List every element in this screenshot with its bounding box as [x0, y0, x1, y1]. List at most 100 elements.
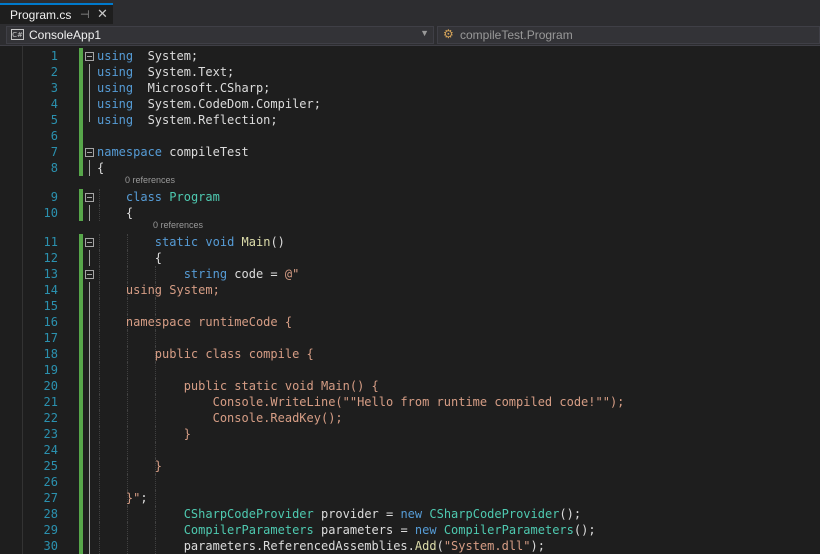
fold-line [89, 394, 90, 410]
code-token: () [270, 235, 285, 249]
code-token: using [97, 113, 134, 127]
line-number: 4 [50, 97, 58, 111]
line-number: 27 [43, 491, 58, 505]
code-token: (); [559, 507, 582, 521]
code-line[interactable]: 14 using System; [0, 282, 820, 298]
change-marker [79, 189, 83, 205]
code-line[interactable]: 11 static void Main() [0, 234, 820, 250]
indent-guide [155, 474, 156, 490]
chevron-down-icon: ▼ [420, 28, 429, 38]
code-token: using [97, 65, 134, 79]
code-text: Console.WriteLine(""Hello from runtime c… [97, 394, 625, 410]
code-text: public static void Main() { [97, 378, 379, 394]
line-number: 3 [50, 81, 58, 95]
code-text: CompilerParameters parameters = new Comp… [97, 522, 596, 538]
tab-program-cs[interactable]: Program.cs ⊣ ✕ [0, 3, 113, 24]
fold-line [89, 506, 90, 522]
code-line[interactable]: 29 CompilerParameters parameters = new C… [0, 522, 820, 538]
code-line[interactable]: 3 using Microsoft.CSharp; [0, 80, 820, 96]
code-line[interactable]: 7 namespace compileTest [0, 144, 820, 160]
change-marker [79, 160, 83, 176]
line-number: 15 [43, 299, 58, 313]
code-line[interactable]: 19 [0, 362, 820, 378]
line-number: 1 [50, 49, 58, 63]
code-token: public static void Main() { [97, 379, 379, 393]
collapse-icon[interactable] [85, 193, 94, 202]
code-token: Console.WriteLine(""Hello from runtime c… [97, 395, 625, 409]
indent-guide [127, 442, 128, 458]
collapse-icon[interactable] [85, 270, 94, 279]
code-line[interactable]: 2 using System.Text; [0, 64, 820, 80]
code-line[interactable]: 4 using System.CodeDom.Compiler; [0, 96, 820, 112]
code-line[interactable]: 15 [0, 298, 820, 314]
tab-title: Program.cs [10, 8, 72, 22]
code-line[interactable]: 6 [0, 128, 820, 144]
code-line[interactable]: 18 public class compile { [0, 346, 820, 362]
change-marker [79, 112, 83, 128]
code-line[interactable]: 12 { [0, 250, 820, 266]
line-number: 5 [50, 113, 58, 127]
code-line[interactable]: 21 Console.WriteLine(""Hello from runtim… [0, 394, 820, 410]
code-editor[interactable]: 1 using System; 2 using System.Text; 3 using … [0, 46, 820, 554]
code-line[interactable]: 1 using System; [0, 48, 820, 64]
fold-line [89, 112, 90, 122]
fold-line [89, 330, 90, 346]
line-number: 24 [43, 443, 58, 457]
project-dropdown[interactable]: C# ConsoleApp1 ▼ [6, 26, 434, 44]
type-scope-dropdown[interactable]: ⚙ compileTest.Program [437, 26, 820, 44]
codelens-references[interactable]: 0 references [153, 219, 203, 232]
code-line[interactable]: 22 Console.ReadKey(); [0, 410, 820, 426]
code-line[interactable]: 8{ [0, 160, 820, 176]
line-number: 19 [43, 363, 58, 377]
change-marker [79, 426, 83, 442]
line-number: 2 [50, 65, 58, 79]
code-line[interactable]: 24 [0, 442, 820, 458]
code-text: public class compile { [97, 346, 314, 362]
collapse-icon[interactable] [85, 52, 94, 61]
code-token: { [97, 161, 105, 175]
code-token: ); [530, 539, 545, 553]
change-marker [79, 458, 83, 474]
fold-line [89, 205, 90, 221]
code-line[interactable]: 13 string code = @" [0, 266, 820, 282]
close-icon[interactable]: ✕ [97, 6, 108, 22]
code-line[interactable]: 16 namespace runtimeCode { [0, 314, 820, 330]
code-token: CompilerParameters [183, 523, 314, 537]
code-text: class Program [97, 189, 220, 205]
indent-guide [99, 298, 100, 314]
code-line[interactable]: 23 } [0, 426, 820, 442]
indent-guide [155, 330, 156, 346]
code-line[interactable]: 27 }"; [0, 490, 820, 506]
code-token: } [97, 427, 191, 441]
collapse-icon[interactable] [85, 148, 94, 157]
code-token: { [97, 251, 163, 265]
code-text: using System.Reflection; [97, 112, 278, 128]
code-line[interactable]: 10 { [0, 205, 820, 221]
fold-line [89, 522, 90, 538]
fold-line [89, 378, 90, 394]
fold-line [89, 362, 90, 378]
code-token: Microsoft.CSharp; [133, 81, 271, 95]
line-number: 14 [43, 283, 58, 297]
codelens-references[interactable]: 0 references [125, 174, 175, 187]
code-text: using System.CodeDom.Compiler; [97, 96, 321, 112]
code-line[interactable]: 25 } [0, 458, 820, 474]
indent-guide [155, 490, 156, 506]
code-line[interactable]: 5 using System.Reflection; [0, 112, 820, 128]
line-number: 12 [43, 251, 58, 265]
code-text: parameters.ReferencedAssemblies.Add("Sys… [97, 538, 545, 554]
fold-line [89, 80, 90, 96]
code-text: namespace runtimeCode { [97, 314, 292, 330]
collapse-icon[interactable] [85, 238, 94, 247]
code-line[interactable]: 17 [0, 330, 820, 346]
code-line[interactable]: 9 class Program [0, 189, 820, 205]
code-line[interactable]: 20 public static void Main() { [0, 378, 820, 394]
code-token: ; [140, 491, 148, 505]
code-line[interactable]: 26 [0, 474, 820, 490]
pin-icon[interactable]: ⊣ [80, 8, 90, 21]
code-line[interactable]: 28 CSharpCodeProvider provider = new CSh… [0, 506, 820, 522]
code-line[interactable]: 30 parameters.ReferencedAssemblies.Add("… [0, 538, 820, 554]
